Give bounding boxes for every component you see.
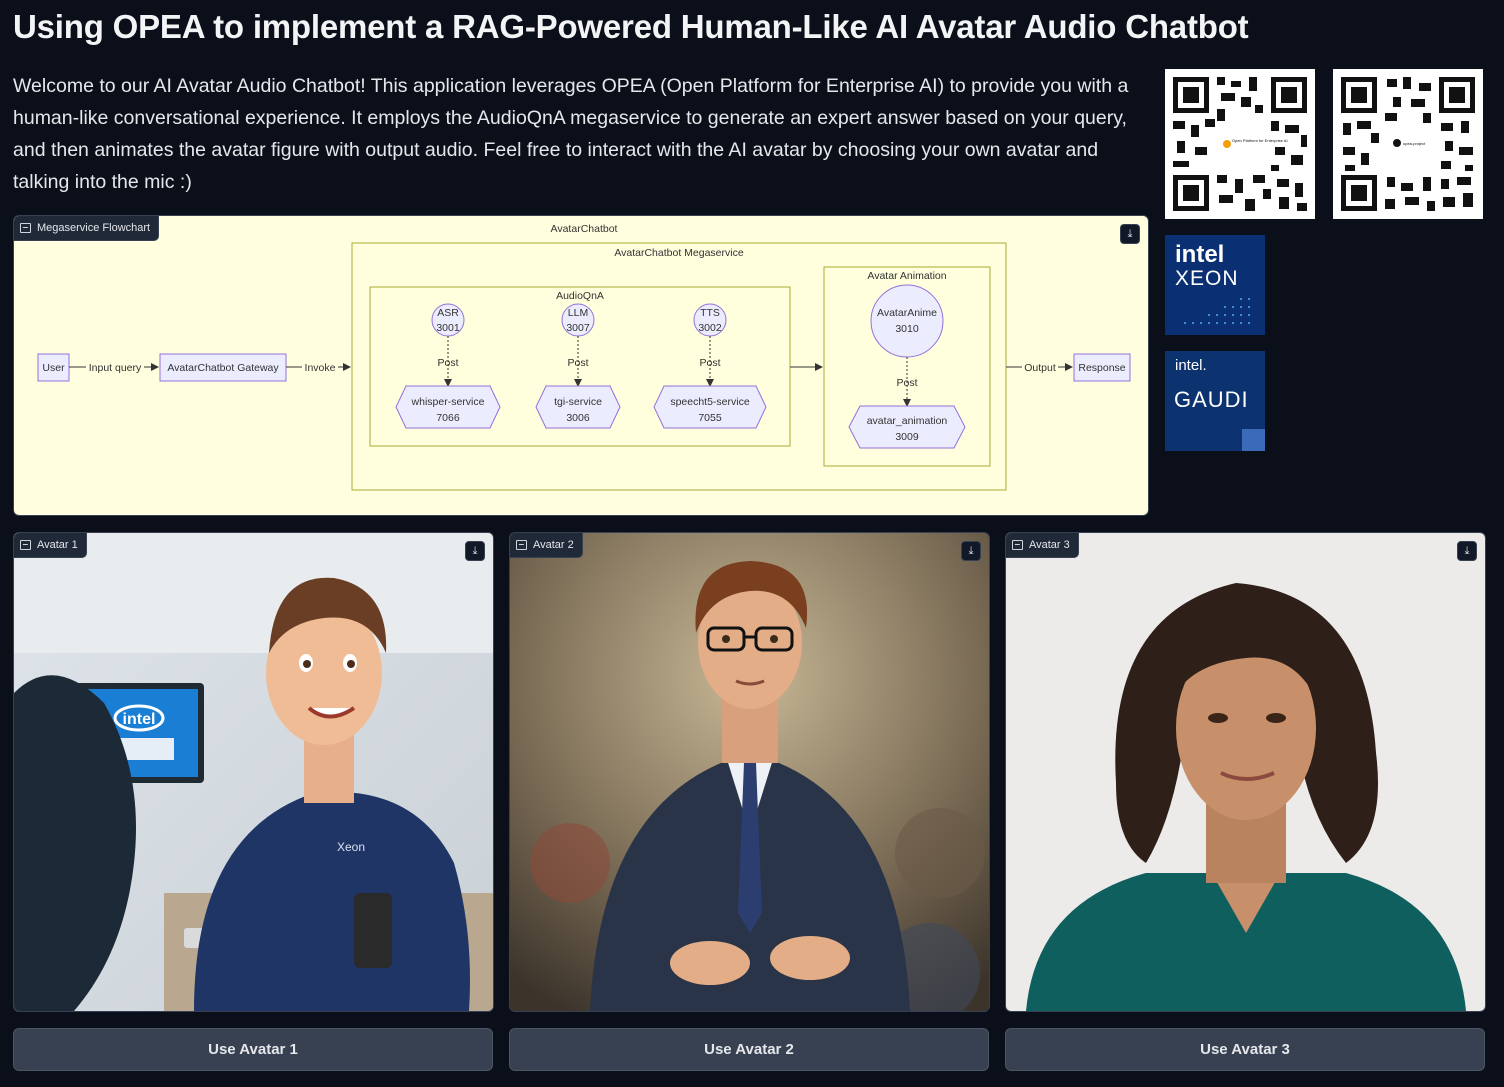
use-avatar-1-button[interactable]: Use Avatar 1 xyxy=(13,1028,493,1071)
svg-text:User: User xyxy=(42,362,65,374)
image-icon xyxy=(516,540,527,550)
megaservice-title: AvatarChatbot Megaservice xyxy=(614,247,744,259)
qr-code-opea: Open Platform for Enterprise AI xyxy=(1165,69,1315,219)
flowchart-panel: Megaservice Flowchart ⤓ AvatarChatbot Av… xyxy=(13,215,1149,516)
svg-text:7066: 7066 xyxy=(436,412,460,424)
download-button[interactable]: ⤓ xyxy=(961,541,981,561)
svg-text:3001: 3001 xyxy=(436,322,460,334)
use-avatar-3-button[interactable]: Use Avatar 3 xyxy=(1005,1028,1485,1071)
svg-text:tgi-service: tgi-service xyxy=(554,396,602,408)
use-avatar-2-button[interactable]: Use Avatar 2 xyxy=(509,1028,989,1071)
svg-text:3010: 3010 xyxy=(895,323,919,335)
node-avataranime xyxy=(870,284,944,358)
intel-gaudi-logo: intel. GAUDI xyxy=(1165,351,1265,451)
page-title: Using OPEA to implement a RAG-Powered Hu… xyxy=(13,8,1249,45)
image-icon xyxy=(1012,540,1023,550)
avatar-3-label: Avatar 3 xyxy=(1006,533,1079,558)
audioqna-title: AudioQnA xyxy=(556,290,604,302)
flowchart-label: Megaservice Flowchart xyxy=(14,216,160,241)
svg-text:LLM: LLM xyxy=(568,307,588,319)
svg-text:Response: Response xyxy=(1078,362,1125,374)
avatar-1-panel[interactable]: Avatar 1 ⤓ intel Xeon xyxy=(13,532,494,1012)
svg-text:AvatarAnime: AvatarAnime xyxy=(877,307,937,319)
animation-title: Avatar Animation xyxy=(867,270,946,282)
svg-text:opea-project: opea-project xyxy=(1403,141,1426,146)
svg-text:7055: 7055 xyxy=(698,412,722,424)
avatar-3-panel[interactable]: Avatar 3 ⤓ xyxy=(1005,532,1486,1012)
download-button[interactable]: ⤓ xyxy=(465,541,485,561)
svg-text:Post: Post xyxy=(699,357,720,369)
gaudi-name-text: GAUDI xyxy=(1174,387,1249,412)
download-icon: ⤓ xyxy=(472,544,478,557)
flowchart-diagram: AvatarChatbot AvatarChatbot Megaservice … xyxy=(37,223,1131,491)
svg-text:intel: intel xyxy=(123,711,156,728)
qr-code-github: opea-project xyxy=(1333,69,1483,219)
svg-text:AvatarChatbot Gateway: AvatarChatbot Gateway xyxy=(167,362,279,374)
svg-text:TTS: TTS xyxy=(700,307,720,319)
svg-text:Post: Post xyxy=(437,357,458,369)
avatar-1-label: Avatar 1 xyxy=(14,533,87,558)
gaudi-accent-square xyxy=(1242,429,1265,451)
avatar-2-image xyxy=(510,533,989,1011)
avatar-3-image xyxy=(1006,533,1485,1011)
outer-title: AvatarChatbot xyxy=(551,223,618,235)
gaudi-brand-text: intel. xyxy=(1175,357,1207,374)
download-icon: ⤓ xyxy=(1127,227,1133,240)
svg-text:Xeon: Xeon xyxy=(337,840,365,854)
intel-xeon-logo: intel XEON xyxy=(1165,235,1265,335)
xeon-brand-text: intel xyxy=(1175,241,1225,268)
svg-text:3007: 3007 xyxy=(566,322,590,334)
svg-text:3002: 3002 xyxy=(698,322,722,334)
image-icon xyxy=(20,540,31,550)
svg-text:whisper-service: whisper-service xyxy=(411,396,485,408)
download-icon: ⤓ xyxy=(968,544,974,557)
page-description: Welcome to our AI Avatar Audio Chatbot! … xyxy=(13,75,1129,193)
avatar-2-panel[interactable]: Avatar 2 ⤓ xyxy=(509,532,990,1012)
avatar-2-label: Avatar 2 xyxy=(510,533,583,558)
svg-text:ASR: ASR xyxy=(437,307,459,319)
edge-input-query: Input query xyxy=(89,362,142,374)
avatar-1-image: intel Xeon xyxy=(14,533,493,1011)
download-button[interactable]: ⤓ xyxy=(1457,541,1477,561)
edge-invoke: Invoke xyxy=(305,362,336,374)
download-button[interactable]: ⤓ xyxy=(1120,224,1140,244)
svg-text:avatar_animation: avatar_animation xyxy=(867,415,948,427)
edge-output: Output xyxy=(1024,362,1056,374)
svg-text:3009: 3009 xyxy=(895,431,919,443)
svg-text:3006: 3006 xyxy=(566,412,590,424)
svg-text:Open Platform for Enterprise A: Open Platform for Enterprise AI xyxy=(1232,138,1288,143)
xeon-name-text: XEON xyxy=(1175,267,1239,290)
image-icon xyxy=(20,223,31,233)
download-icon: ⤓ xyxy=(1464,544,1470,557)
svg-text:Post: Post xyxy=(896,377,917,389)
svg-text:Post: Post xyxy=(567,357,588,369)
svg-text:speecht5-service: speecht5-service xyxy=(670,396,750,408)
